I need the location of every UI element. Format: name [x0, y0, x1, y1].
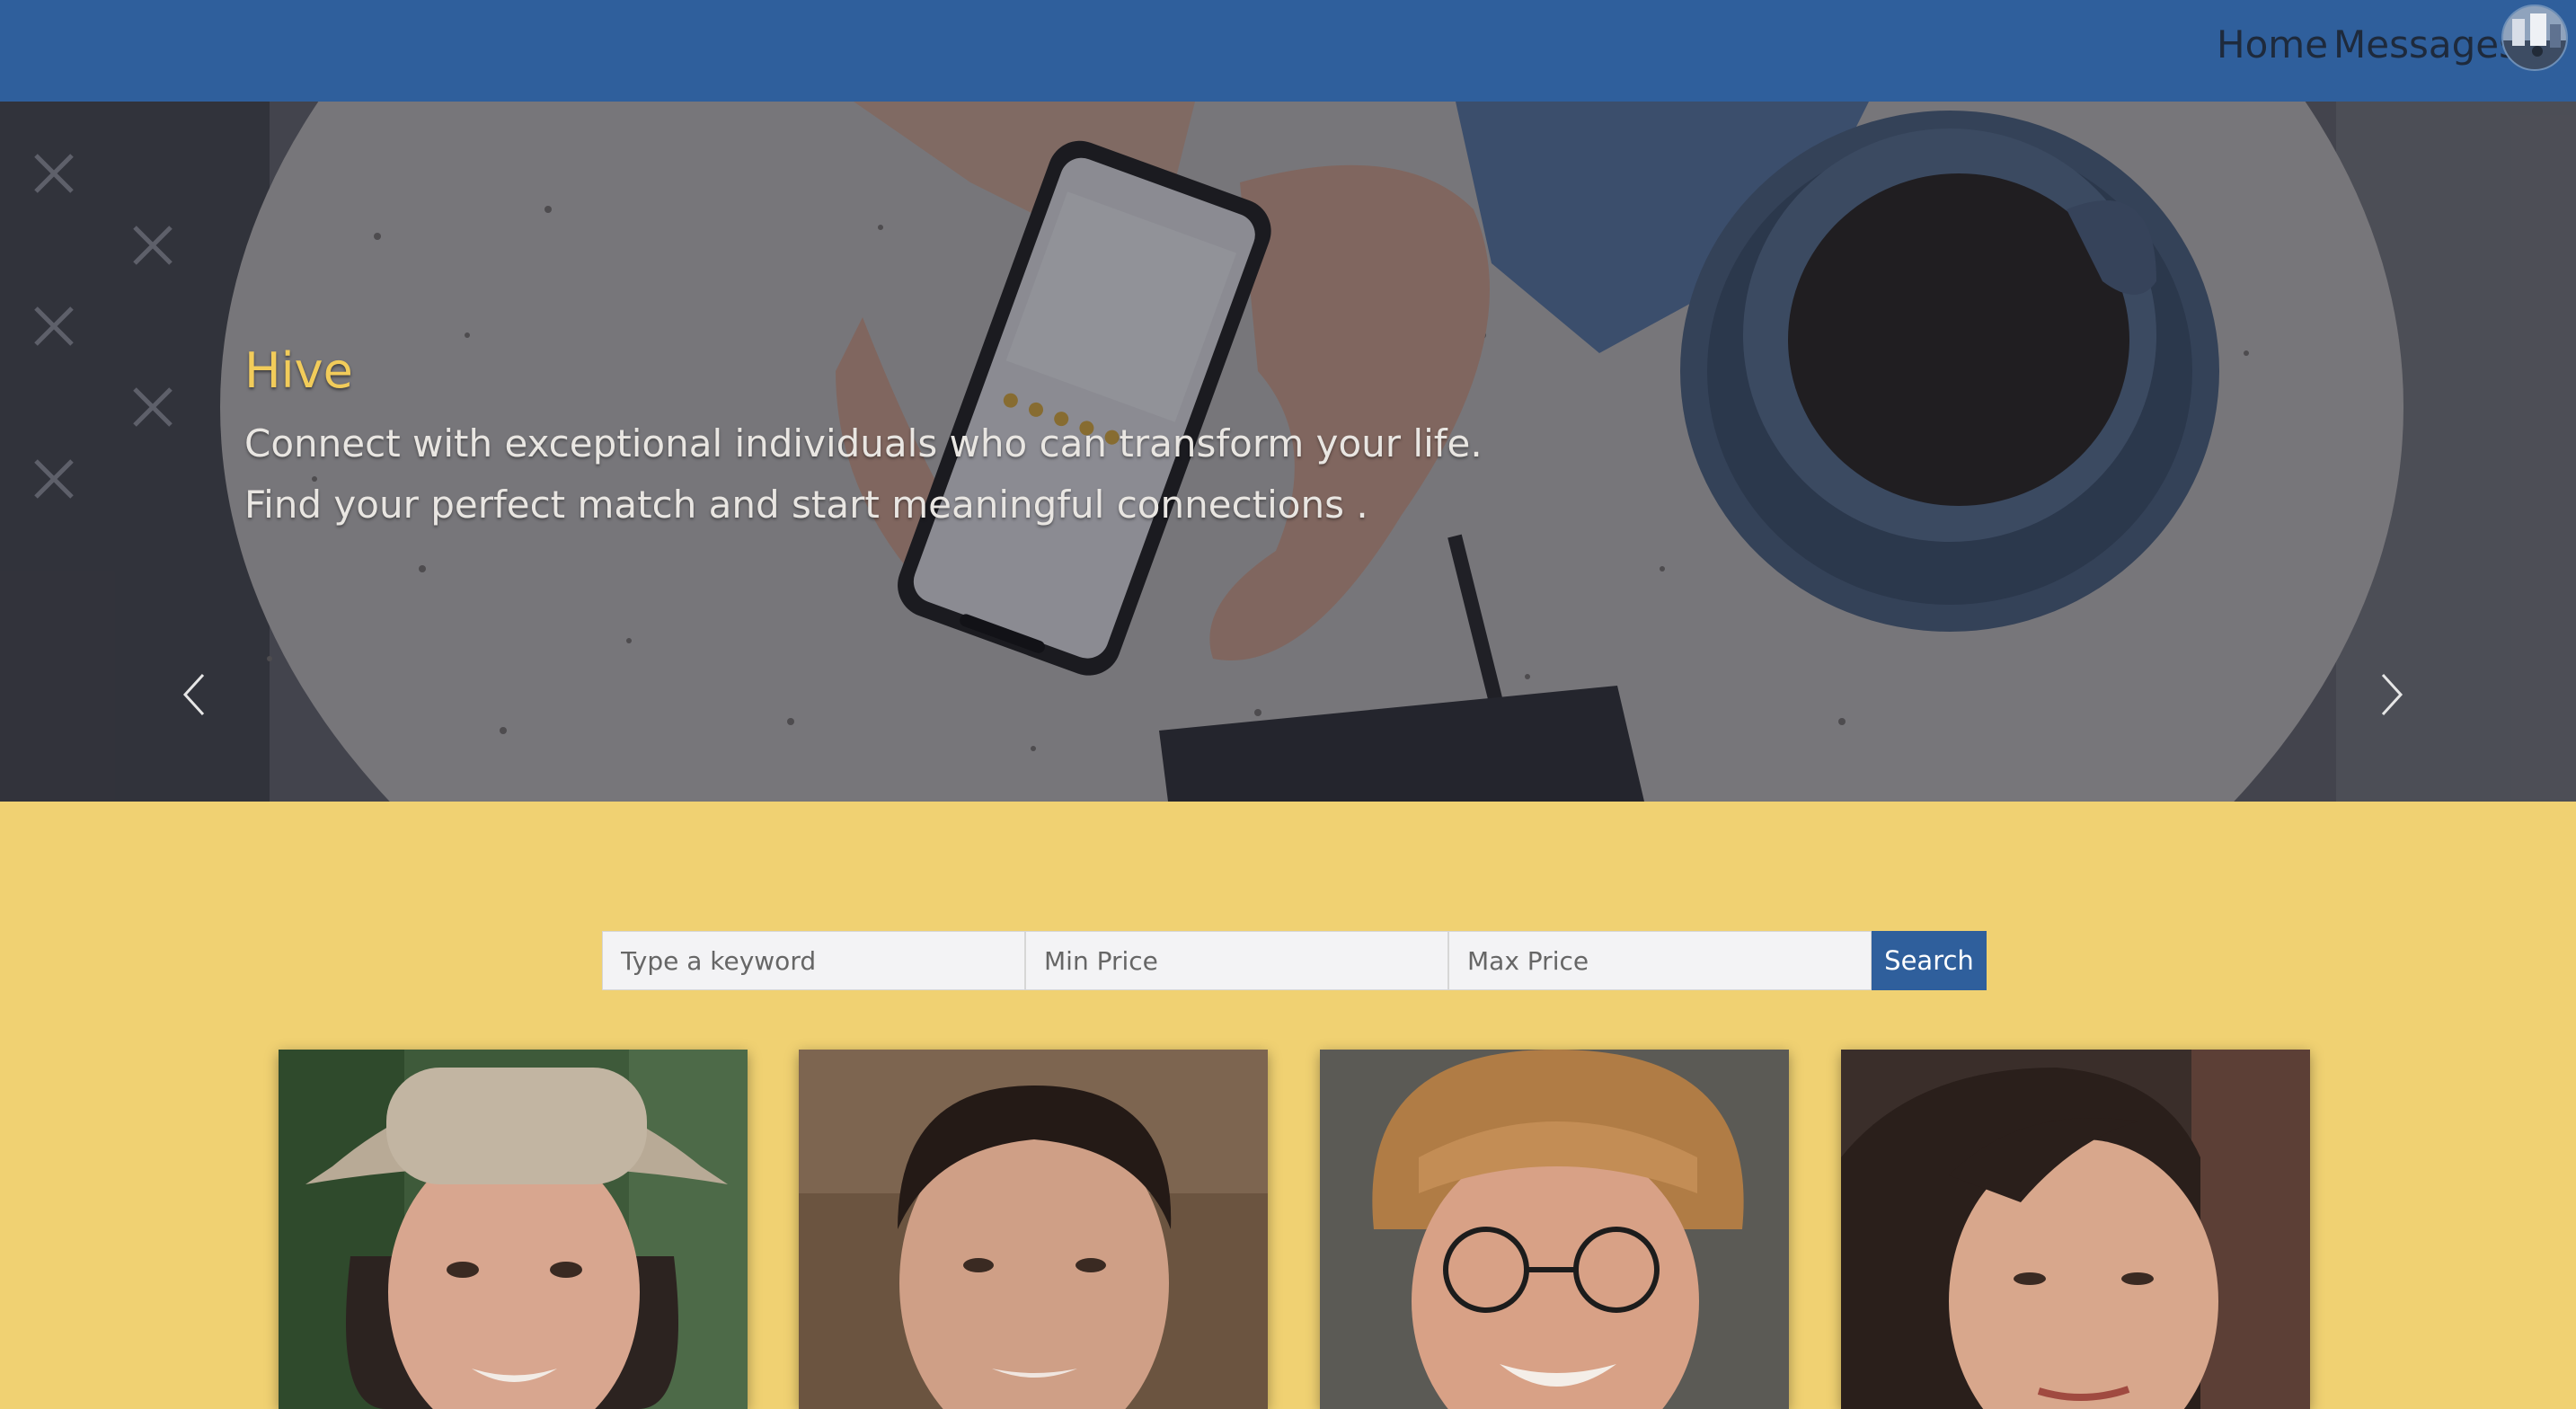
profile-card[interactable]	[799, 1050, 1268, 1409]
min-price-input[interactable]	[1025, 931, 1448, 990]
max-price-input[interactable]	[1448, 931, 1872, 990]
profile-photo	[1320, 1050, 1789, 1409]
profile-card[interactable]	[1841, 1050, 2310, 1409]
hero-tagline-line1: Connect with exceptional individuals who…	[244, 421, 1483, 465]
hero-carousel: Hive Connect with exceptional individual…	[0, 102, 2576, 802]
hero-title: Hive	[244, 342, 353, 399]
profile-photo	[799, 1050, 1268, 1409]
profile-card[interactable]	[1320, 1050, 1789, 1409]
nav-messages-link[interactable]: Messages	[2333, 20, 2518, 70]
profile-photo	[279, 1050, 748, 1409]
nav-home-link[interactable]: Home	[2217, 20, 2328, 70]
hero-tagline-line2: Find your perfect match and start meanin…	[244, 483, 1368, 527]
profile-card[interactable]	[279, 1050, 748, 1409]
search-bar: Search	[602, 931, 1987, 990]
chevron-right-icon[interactable]	[2374, 668, 2410, 722]
chevron-left-icon[interactable]	[176, 668, 212, 722]
keyword-input[interactable]	[602, 931, 1025, 990]
navbar: Home Messages	[0, 0, 2576, 102]
user-avatar-icon[interactable]	[2501, 4, 2568, 71]
profile-photo	[1841, 1050, 2310, 1409]
search-button[interactable]: Search	[1872, 931, 1987, 990]
